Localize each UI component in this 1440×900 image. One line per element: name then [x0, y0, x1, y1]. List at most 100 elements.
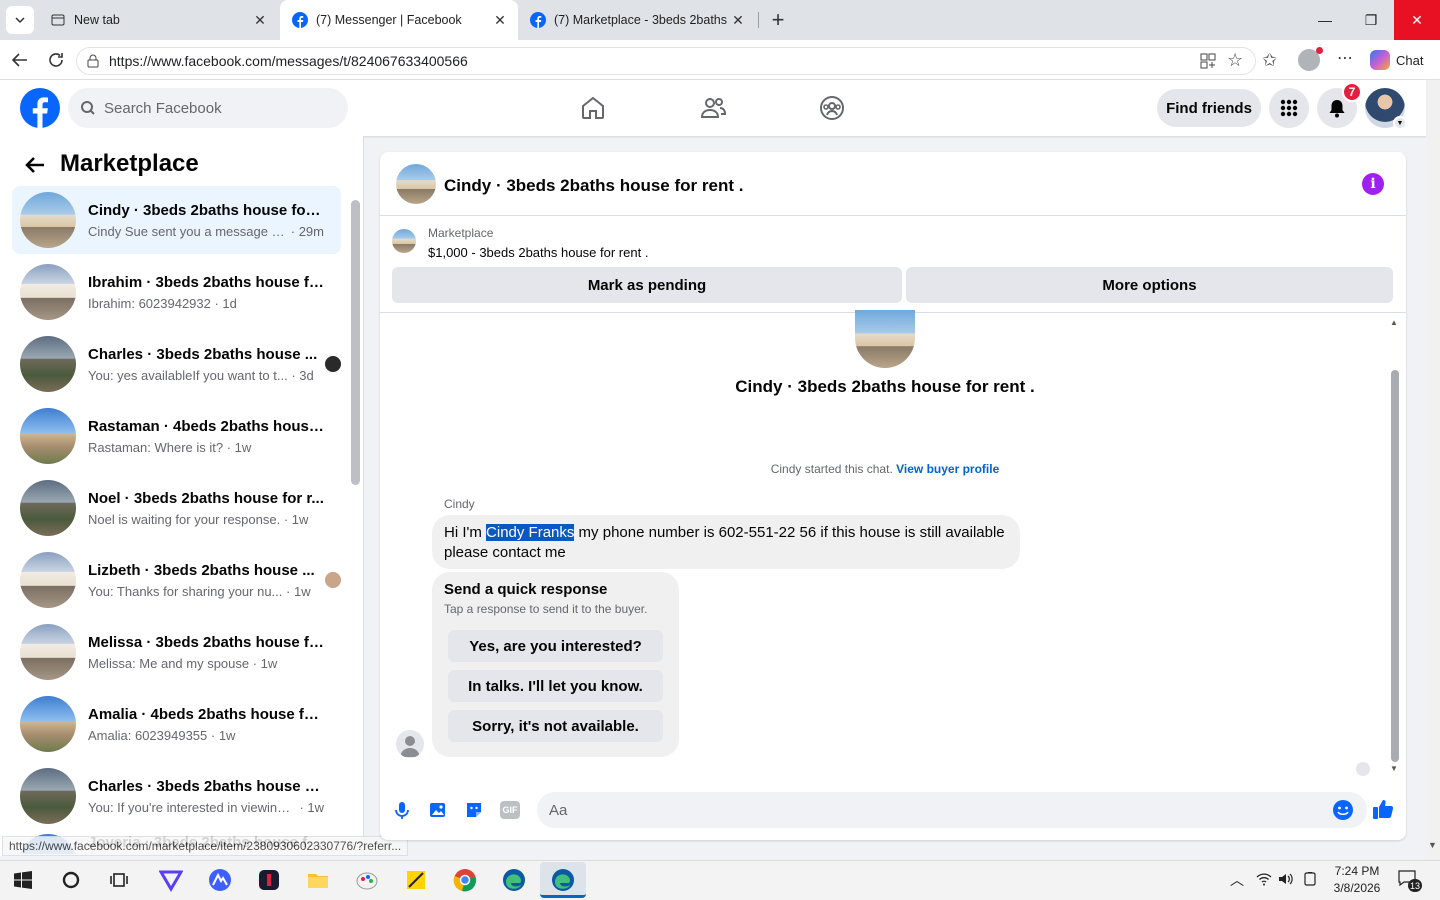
- sticker-icon: [467, 803, 481, 817]
- tab-marketplace[interactable]: (7) Marketplace - 3beds 2baths ho ✕: [518, 0, 756, 40]
- nord-app-icon[interactable]: [205, 865, 235, 895]
- more-menu-button[interactable]: ⋯: [1334, 48, 1356, 70]
- more-options-button[interactable]: More options: [906, 267, 1393, 303]
- chat-scroll-down-arrow[interactable]: ▼: [1390, 764, 1400, 774]
- maximize-button[interactable]: ❐: [1348, 0, 1394, 40]
- window-close-button[interactable]: ✕: [1394, 0, 1440, 40]
- conversation-time: · 1w: [280, 511, 309, 527]
- like-button[interactable]: [1372, 798, 1394, 820]
- paint-app-icon[interactable]: [352, 865, 382, 895]
- new-tab-button[interactable]: +: [764, 7, 792, 32]
- sticker-button[interactable]: [464, 800, 484, 820]
- profile-avatar[interactable]: [855, 310, 915, 368]
- edge-icon[interactable]: [499, 865, 529, 895]
- friends-icon[interactable]: [698, 93, 728, 123]
- conversation-item[interactable]: Lizbeth · 3beds 2baths house ... You: Tha…: [12, 546, 341, 614]
- clock-time[interactable]: 7:24 PM: [1326, 864, 1388, 878]
- gif-button[interactable]: GIF: [500, 801, 520, 819]
- quick-response-not-available[interactable]: Sorry, it's not available.: [448, 710, 663, 742]
- attach-photo-button[interactable]: [428, 800, 448, 820]
- refresh-button[interactable]: [44, 48, 68, 72]
- conversation-item[interactable]: Amalia · 4beds 2baths house for... Amalia…: [12, 690, 341, 758]
- emoji-button[interactable]: [1332, 799, 1354, 821]
- minimize-button[interactable]: —: [1302, 0, 1348, 40]
- close-icon[interactable]: ✕: [730, 12, 746, 29]
- volume-icon[interactable]: [1278, 872, 1294, 886]
- home-icon[interactable]: [578, 93, 608, 123]
- chrome-icon[interactable]: [450, 865, 480, 895]
- back-button[interactable]: [8, 48, 32, 72]
- app-available-icon[interactable]: [1198, 51, 1218, 71]
- message-bubble[interactable]: Hi I'm Cindy Franks my phone number is 6…: [432, 515, 1020, 569]
- tab-new-tab[interactable]: New tab ✕: [38, 0, 278, 40]
- conversation-name: Charles · 3beds 2baths house ...: [88, 345, 318, 363]
- search-input[interactable]: Search Facebook: [68, 88, 348, 128]
- conversation-preview: Ibrahim: 6023942932: [88, 295, 211, 311]
- quick-response-in-talks[interactable]: In talks. I'll let you know.: [448, 670, 663, 702]
- url-field[interactable]: https://www.facebook.com/messages/t/8240…: [76, 47, 1256, 75]
- conversation-item[interactable]: Noel · 3beds 2baths house for r... Noel i…: [12, 474, 341, 542]
- favorites-icon[interactable]: ✩: [1262, 50, 1284, 70]
- page-scrollbar[interactable]: [1426, 80, 1440, 860]
- sticky-notes-icon[interactable]: [401, 865, 431, 895]
- conversation-item[interactable]: Charles · 3beds 2baths house ... You: yes…: [12, 330, 341, 398]
- windows-start-icon[interactable]: [8, 865, 38, 895]
- sender-avatar[interactable]: [396, 730, 424, 758]
- conversation-item[interactable]: Ibrahim · 3beds 2baths house fo... Ibrahi…: [12, 258, 341, 326]
- voice-clip-button[interactable]: [392, 800, 412, 820]
- conversation-time: · 1w: [295, 799, 324, 815]
- task-view-icon[interactable]: [104, 865, 134, 895]
- conversation-thumbnail: [20, 768, 76, 824]
- vpn-app-icon[interactable]: [156, 865, 186, 895]
- battery-icon[interactable]: [1302, 872, 1318, 886]
- menu-button[interactable]: [1269, 88, 1309, 128]
- page-scroll-down-arrow[interactable]: ▼: [1428, 840, 1437, 850]
- find-friends-button[interactable]: Find friends: [1157, 89, 1261, 127]
- message-input[interactable]: Aa: [537, 792, 1367, 828]
- facebook-logo[interactable]: [20, 88, 60, 128]
- quick-response-yes[interactable]: Yes, are you interested?: [448, 630, 663, 662]
- chat-scrollbar[interactable]: [1391, 370, 1399, 762]
- conversation-item[interactable]: Cindy · 3beds 2baths house for r... Cindy…: [12, 186, 341, 254]
- dark-app-icon[interactable]: [254, 865, 284, 895]
- tab-messenger[interactable]: (7) Messenger | Facebook ✕: [280, 0, 518, 40]
- favorite-star-icon[interactable]: ☆: [1227, 50, 1247, 70]
- clock-date[interactable]: 3/8/2026: [1326, 881, 1388, 895]
- conversation-text: Charles · 3beds 2baths house ... You: yes…: [88, 346, 321, 383]
- listing-thumbnail[interactable]: [392, 229, 416, 253]
- conversation-item[interactable]: Melissa · 3beds 2baths house fo... Meliss…: [12, 618, 341, 686]
- bell-icon: [1329, 100, 1345, 118]
- arrow-left-icon: [11, 53, 27, 67]
- system-tray-chevron-icon[interactable]: ︿: [1230, 870, 1244, 890]
- edge-active-icon[interactable]: [548, 865, 578, 895]
- conversation-text: Cindy · 3beds 2baths house for r... Cindy…: [88, 202, 324, 239]
- close-icon[interactable]: ✕: [252, 12, 268, 29]
- conversation-item[interactable]: Charles · 3beds 2baths house fo... You: I…: [12, 762, 341, 830]
- conversation-item[interactable]: Rastaman · 4beds 2baths house ... Rastama…: [12, 402, 341, 470]
- chat-header-avatar[interactable]: [396, 164, 436, 204]
- quick-response-subtitle: Tap a response to send it to the buyer.: [444, 602, 648, 616]
- account-avatar[interactable]: ▼: [1365, 88, 1407, 130]
- chat-title[interactable]: Cindy · 3beds 2baths house for rent .: [444, 176, 743, 196]
- file-explorer-icon[interactable]: [303, 865, 333, 895]
- copilot-chat-button[interactable]: Chat: [1370, 48, 1432, 72]
- tab-actions-button[interactable]: [6, 6, 34, 34]
- listing-price-title[interactable]: $1,000 - 3beds 2baths house for rent .: [428, 245, 648, 260]
- copilot-icon: [1370, 50, 1390, 70]
- profile-avatar-icon[interactable]: [1298, 47, 1323, 71]
- conversation-info-button[interactable]: i: [1362, 173, 1384, 195]
- view-buyer-profile-link[interactable]: View buyer profile: [896, 462, 999, 476]
- profile-name[interactable]: Cindy · 3beds 2baths house for rent .: [640, 377, 1130, 397]
- sidebar-scrollbar[interactable]: [351, 200, 360, 485]
- conversation-preview: You: Thanks for sharing your nu...: [88, 583, 283, 599]
- sidebar-title: Marketplace: [60, 150, 199, 177]
- search-circle-icon[interactable]: [56, 865, 86, 895]
- chat-scroll-up-arrow[interactable]: ▲: [1390, 318, 1400, 328]
- network-icon[interactable]: [1256, 872, 1272, 886]
- back-arrow-button[interactable]: [22, 152, 50, 180]
- close-icon[interactable]: ✕: [492, 12, 508, 29]
- site-info-icon[interactable]: [77, 54, 109, 68]
- conversation-preview-line: Rastaman: Where is it? · 1w: [88, 440, 324, 455]
- mark-as-pending-button[interactable]: Mark as pending: [392, 267, 902, 303]
- groups-icon[interactable]: [817, 93, 847, 123]
